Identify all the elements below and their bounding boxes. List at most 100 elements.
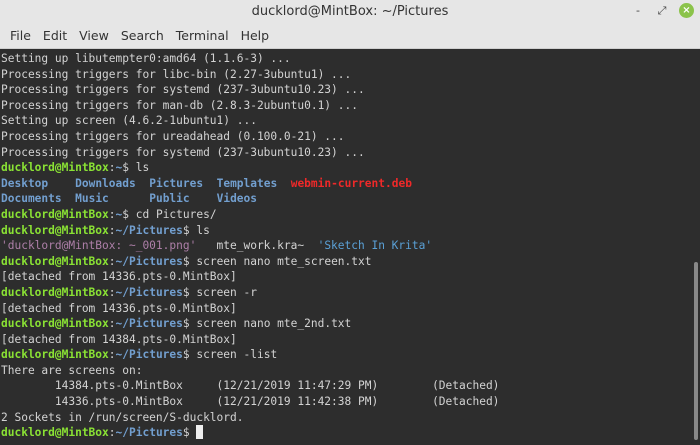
output-text: : <box>108 348 116 362</box>
terminal-line: 2 Sockets in /run/screen/S-ducklord. <box>0 410 700 426</box>
menu-file[interactable]: File <box>4 28 37 43</box>
terminal-line: Processing triggers for ureadahead (0.10… <box>0 129 700 145</box>
path-text: ~/Pictures <box>115 348 183 362</box>
output-text: Processing triggers for libc-bin (2.27-3… <box>1 67 352 81</box>
terminal-line: Setting up screen (4.6.2-1ubuntu1) ... <box>0 113 700 129</box>
output-text: [detached from 14384.pts-0.MintBox] <box>1 332 237 346</box>
terminal-line: Processing triggers for systemd (237-3ub… <box>0 145 700 161</box>
output-text: mte_work.kra~ <box>196 239 318 253</box>
output-text: $ ls <box>122 161 150 175</box>
maximize-button[interactable]: ⤢ <box>655 4 669 18</box>
terminal-line: ducklord@MintBox:~$ ls <box>0 160 700 176</box>
window-title: ducklord@MintBox: ~/Pictures <box>251 3 449 19</box>
output-text: $ <box>182 426 197 440</box>
output-text: : <box>108 223 116 237</box>
output-text: $ cd Pictures/ <box>122 207 217 221</box>
terminal-line: ducklord@MintBox:~$ cd Pictures/ <box>0 207 700 223</box>
quoted-file: 'Sketch In Krita' <box>317 239 433 253</box>
path-text: Videos <box>216 192 258 206</box>
terminal-line: ducklord@MintBox:~/Pictures$ screen nano… <box>0 316 700 332</box>
menu-search[interactable]: Search <box>115 28 170 43</box>
output-text: $ screen -r <box>182 285 257 299</box>
terminal-output[interactable]: Setting up libutempter0:amd64 (1.1.6-3) … <box>0 49 700 445</box>
terminal-line: ducklord@MintBox:~/Pictures$ screen -r <box>0 285 700 301</box>
menu-help[interactable]: Help <box>235 28 276 43</box>
terminal-line: There are screens on: <box>0 363 700 379</box>
output-text: Processing triggers for systemd (237-3ub… <box>1 83 365 97</box>
path-text: ~/Pictures <box>115 223 183 237</box>
prompt-user: ducklord@MintBox <box>1 285 109 299</box>
path-text: ~/Pictures <box>115 426 183 440</box>
path-text: Templates <box>216 176 278 190</box>
output-text: $ screen -list <box>182 348 278 362</box>
path-text: ~/Pictures <box>115 254 183 268</box>
minimize-button[interactable]: - <box>631 4 645 17</box>
terminal-line: ducklord@MintBox:~/Pictures$ screen -lis… <box>0 347 700 363</box>
output-text: Processing triggers for man-db (2.8.3-2u… <box>1 98 358 112</box>
terminal-line: Processing triggers for man-db (2.8.3-2u… <box>0 98 700 114</box>
path-text: ~/Pictures <box>115 285 183 299</box>
menu-edit[interactable]: Edit <box>37 28 73 43</box>
path-text: Downloads <box>75 176 136 190</box>
output-text: Setting up screen (4.6.2-1ubuntu1) ... <box>1 114 257 128</box>
terminal-line: Processing triggers for systemd (237-3ub… <box>0 82 700 98</box>
output-text: There are screens on: <box>1 363 143 377</box>
terminal-line: ducklord@MintBox:~/Pictures$ screen nano… <box>0 254 700 270</box>
output-text: 14336.pts-0.MintBox (12/21/2019 11:42:38… <box>1 395 500 409</box>
terminal-line: Documents Music Public Videos <box>0 191 700 207</box>
terminal-line: ducklord@MintBox:~/Pictures$ ls <box>0 223 700 239</box>
output-text: [detached from 14336.pts-0.MintBox] <box>1 301 237 315</box>
terminal-line: 14384.pts-0.MintBox (12/21/2019 11:47:29… <box>0 378 700 394</box>
terminal-line: ducklord@MintBox:~/Pictures$ <box>0 425 700 441</box>
archive-file: webmin-current.deb <box>290 176 412 190</box>
terminal-line: Desktop Downloads Pictures Templates web… <box>0 176 700 192</box>
path-text: ~/Pictures <box>115 317 183 331</box>
output-text: : <box>108 207 116 221</box>
output-text: Processing triggers for systemd (237-3ub… <box>1 145 365 159</box>
terminal-line: [detached from 14384.pts-0.MintBox] <box>0 332 700 348</box>
image-file: 'ducklord@MintBox: ~_001.png' <box>1 239 197 253</box>
menu-bar: File Edit View Search Terminal Help <box>0 22 700 49</box>
output-text: $ screen nano mte_2nd.txt <box>182 317 352 331</box>
terminal-line: 14336.pts-0.MintBox (12/21/2019 11:42:38… <box>0 394 700 410</box>
path-text: Public <box>149 192 190 206</box>
menu-terminal[interactable]: Terminal <box>170 28 235 43</box>
output-text: : <box>108 285 116 299</box>
output-text: Setting up libutempter0:amd64 (1.1.6-3) … <box>1 52 291 65</box>
terminal-line: [detached from 14336.pts-0.MintBox] <box>0 301 700 317</box>
path-text: Pictures <box>149 176 204 190</box>
terminal-line: 'ducklord@MintBox: ~_001.png' mte_work.k… <box>0 238 700 254</box>
cursor <box>196 425 204 440</box>
prompt-user: ducklord@MintBox <box>1 207 109 221</box>
prompt-user: ducklord@MintBox <box>1 348 109 362</box>
output-text: $ ls <box>182 223 210 237</box>
prompt-user: ducklord@MintBox <box>1 254 109 268</box>
scrollbar[interactable] <box>694 262 698 440</box>
title-bar: ducklord@MintBox: ~/Pictures - ⤢ × <box>0 0 700 22</box>
output-text: $ screen nano mte_screen.txt <box>182 254 372 268</box>
prompt-user: ducklord@MintBox <box>1 223 109 237</box>
close-button[interactable]: × <box>679 3 694 18</box>
output-text: : <box>108 161 116 175</box>
output-text: : <box>108 317 116 331</box>
prompt-user: ducklord@MintBox <box>1 161 109 175</box>
terminal-line: [detached from 14336.pts-0.MintBox] <box>0 269 700 285</box>
output-text: 2 Sockets in /run/screen/S-ducklord. <box>1 410 244 424</box>
prompt-user: ducklord@MintBox <box>1 317 109 331</box>
menu-view[interactable]: View <box>73 28 115 43</box>
output-text: : <box>108 254 116 268</box>
prompt-user: ducklord@MintBox <box>1 426 109 440</box>
output-text: 14384.pts-0.MintBox (12/21/2019 11:47:29… <box>1 379 500 393</box>
output-text: : <box>108 426 116 440</box>
path-text: Music <box>75 192 109 206</box>
output-text: [detached from 14336.pts-0.MintBox] <box>1 270 237 284</box>
output-text: Processing triggers for ureadahead (0.10… <box>1 129 345 143</box>
path-text: Documents <box>1 192 62 206</box>
